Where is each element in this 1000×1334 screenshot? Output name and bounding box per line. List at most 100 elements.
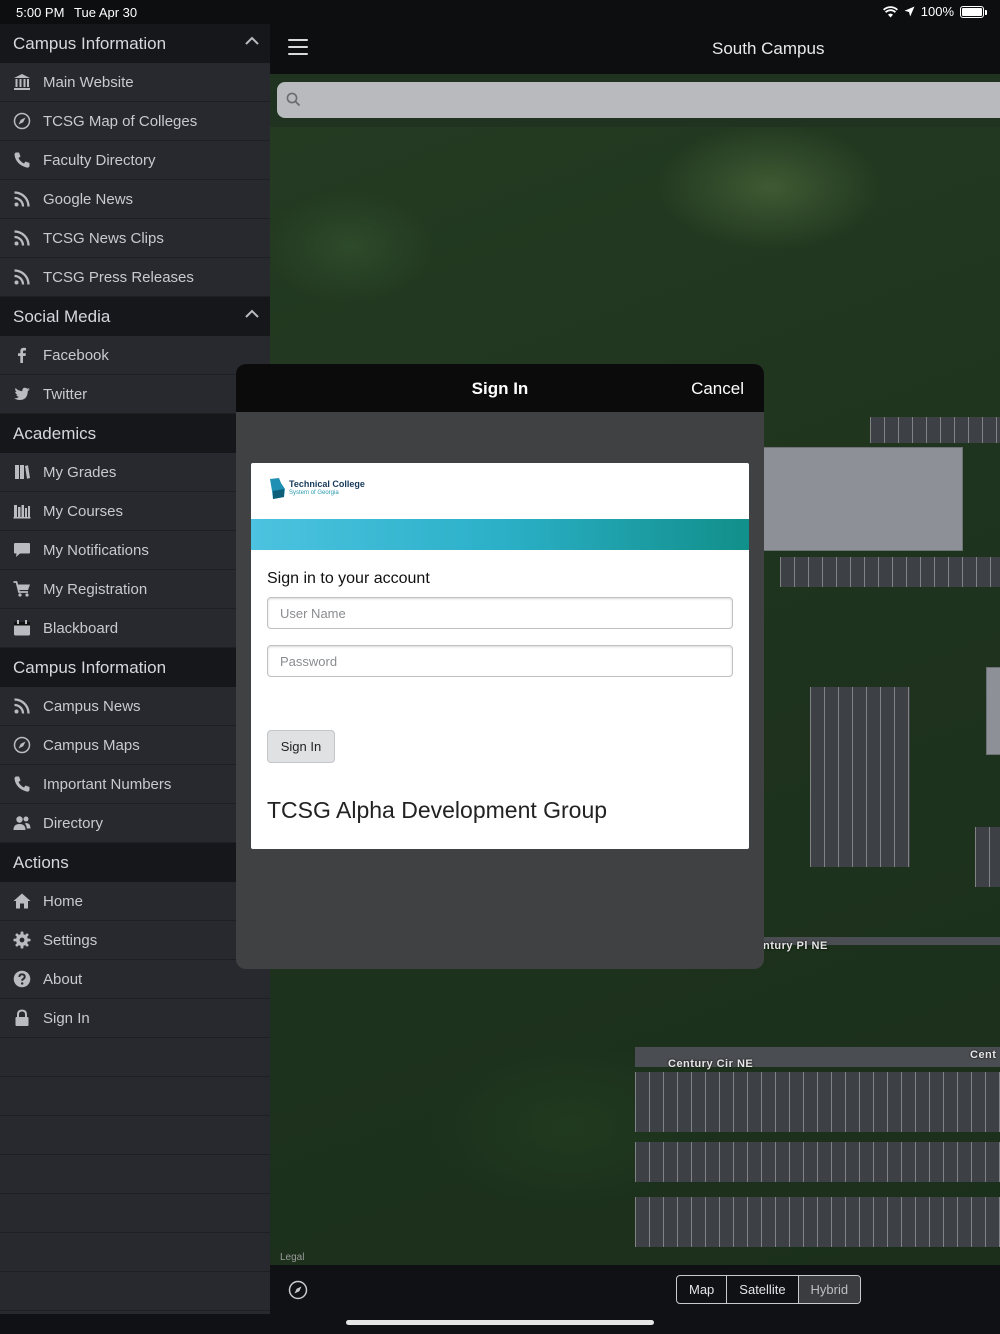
map-type-map[interactable]: Map bbox=[677, 1276, 728, 1303]
sidebar-item-label: Main Website bbox=[43, 73, 134, 91]
hamburger-menu-icon[interactable] bbox=[288, 39, 308, 56]
sidebar-item-label: My Notifications bbox=[43, 541, 149, 559]
map-toolbar: Map Satellite Hybrid bbox=[270, 1265, 1000, 1334]
compass-icon bbox=[12, 111, 32, 131]
calendar-icon bbox=[12, 618, 32, 638]
sign-in-heading: Sign in to your account bbox=[267, 570, 430, 587]
battery-icon bbox=[960, 5, 987, 18]
sidebar-item-directory[interactable]: Directory bbox=[0, 804, 270, 843]
rss-icon bbox=[12, 696, 32, 716]
sidebar-item-my-courses[interactable]: My Courses bbox=[0, 492, 270, 531]
book-icon bbox=[12, 462, 32, 482]
georgia-state-logo-icon bbox=[270, 478, 285, 499]
parking-lot bbox=[975, 827, 1000, 887]
sidebar-item-facebook[interactable]: Facebook bbox=[0, 336, 270, 375]
section-header-label: Campus Information bbox=[13, 34, 167, 53]
sidebar-item-label: My Registration bbox=[43, 580, 148, 598]
compass-icon[interactable] bbox=[288, 1280, 308, 1300]
sidebar-item-google-news[interactable]: Google News bbox=[0, 180, 270, 219]
compass-icon bbox=[12, 735, 32, 755]
username-input[interactable] bbox=[268, 598, 732, 628]
nav-bar: South Campus bbox=[270, 24, 1000, 74]
parking-lot bbox=[635, 1197, 1000, 1247]
bank-icon bbox=[12, 72, 32, 92]
sidebar-item-main-website[interactable]: Main Website bbox=[0, 63, 270, 102]
phone-icon bbox=[12, 150, 32, 170]
road-label: Cent bbox=[970, 1049, 997, 1061]
sidebar-section-header: Academics bbox=[0, 414, 270, 453]
sidebar-item-label: TCSG Map of Colleges bbox=[43, 112, 198, 130]
sidebar-empty-row bbox=[0, 1155, 270, 1194]
sign-in-button[interactable]: Sign In bbox=[267, 730, 335, 763]
status-date: Tue Apr 30 bbox=[74, 5, 138, 20]
password-field[interactable] bbox=[267, 645, 733, 677]
sidebar-item-campus-news[interactable]: Campus News bbox=[0, 687, 270, 726]
organization-name: TCSG Alpha Development Group bbox=[267, 797, 608, 823]
sidebar-item-label: Important Numbers bbox=[43, 775, 172, 793]
search-icon bbox=[286, 92, 301, 107]
cancel-button[interactable]: Cancel bbox=[691, 379, 744, 399]
sidebar-empty-row bbox=[0, 1233, 270, 1272]
sidebar-item-tcsg-map-of-colleges[interactable]: TCSG Map of Colleges bbox=[0, 102, 270, 141]
parking-lot bbox=[635, 1072, 1000, 1132]
rss-icon bbox=[12, 228, 32, 248]
home-indicator[interactable] bbox=[346, 1320, 654, 1325]
sidebar-empty-row bbox=[0, 1116, 270, 1155]
sidebar-item-label: Faculty Directory bbox=[43, 151, 156, 169]
sidebar-item-label: Directory bbox=[43, 814, 104, 832]
wifi-icon bbox=[882, 5, 898, 17]
sidebar-item-label: Twitter bbox=[43, 385, 88, 403]
sidebar-item-blackboard[interactable]: Blackboard bbox=[0, 609, 270, 648]
sidebar-item-label: Google News bbox=[43, 190, 134, 208]
rss-icon bbox=[12, 189, 32, 209]
users-icon bbox=[12, 813, 32, 833]
page-title: South Campus bbox=[712, 39, 825, 58]
chevron-up-icon[interactable] bbox=[244, 33, 260, 49]
parking-lot bbox=[780, 557, 1000, 587]
sidebar: Campus Information Main Website TCSG Map o… bbox=[0, 24, 270, 1334]
sidebar-empty-row bbox=[0, 1194, 270, 1233]
sidebar-item-sign-in[interactable]: Sign In bbox=[0, 999, 270, 1038]
sidebar-item-my-notifications[interactable]: My Notifications bbox=[0, 531, 270, 570]
sidebar-item-my-registration[interactable]: My Registration bbox=[0, 570, 270, 609]
sidebar-item-tcsg-press-releases[interactable]: TCSG Press Releases bbox=[0, 258, 270, 297]
status-bar: 5:00 PM Tue Apr 30 100% bbox=[0, 0, 1000, 24]
modal-header: Sign In Cancel bbox=[236, 364, 764, 412]
sidebar-item-twitter[interactable]: Twitter bbox=[0, 375, 270, 414]
parking-lot bbox=[810, 687, 910, 867]
section-header-label: Academics bbox=[13, 424, 97, 443]
sidebar-item-label: Campus News bbox=[43, 697, 141, 715]
chat-icon bbox=[12, 540, 32, 560]
sidebar-empty-row bbox=[0, 1272, 270, 1311]
sidebar-section-header[interactable]: Campus Information bbox=[0, 24, 270, 63]
legal-link[interactable]: Legal bbox=[280, 1252, 304, 1263]
battery-percent: 100% bbox=[920, 4, 954, 19]
sidebar-item-home[interactable]: Home bbox=[0, 882, 270, 921]
logo-line-1: Technical College bbox=[289, 479, 365, 489]
map-type-hybrid[interactable]: Hybrid bbox=[798, 1276, 861, 1303]
search-bar[interactable] bbox=[277, 82, 1000, 118]
sidebar-item-my-grades[interactable]: My Grades bbox=[0, 453, 270, 492]
logo-line-2: System of Georgia bbox=[289, 490, 339, 496]
username-field[interactable] bbox=[267, 597, 733, 629]
facebook-icon bbox=[12, 345, 32, 365]
sidebar-section-header[interactable]: Social Media bbox=[0, 297, 270, 336]
question-icon bbox=[12, 969, 32, 989]
location-arrow-icon bbox=[904, 6, 915, 17]
tcsg-logo: Technical College System of Georgia bbox=[269, 477, 365, 501]
chevron-up-icon[interactable] bbox=[244, 306, 260, 322]
map-type-segmented-control: Map Satellite Hybrid bbox=[676, 1275, 862, 1304]
sidebar-item-faculty-directory[interactable]: Faculty Directory bbox=[0, 141, 270, 180]
sidebar-item-tcsg-news-clips[interactable]: TCSG News Clips bbox=[0, 219, 270, 258]
sidebar-item-label: About bbox=[43, 970, 83, 988]
status-time: 5:00 PM bbox=[16, 5, 65, 20]
sidebar-item-campus-maps[interactable]: Campus Maps bbox=[0, 726, 270, 765]
sidebar-item-about[interactable]: About bbox=[0, 960, 270, 999]
building-roof bbox=[763, 447, 963, 551]
sidebar-item-label: TCSG Press Releases bbox=[43, 268, 194, 286]
sidebar-item-important-numbers[interactable]: Important Numbers bbox=[0, 765, 270, 804]
sidebar-item-settings[interactable]: Settings bbox=[0, 921, 270, 960]
sidebar-item-label: My Grades bbox=[43, 463, 117, 481]
map-type-satellite[interactable]: Satellite bbox=[727, 1276, 799, 1303]
password-input[interactable] bbox=[268, 646, 732, 676]
